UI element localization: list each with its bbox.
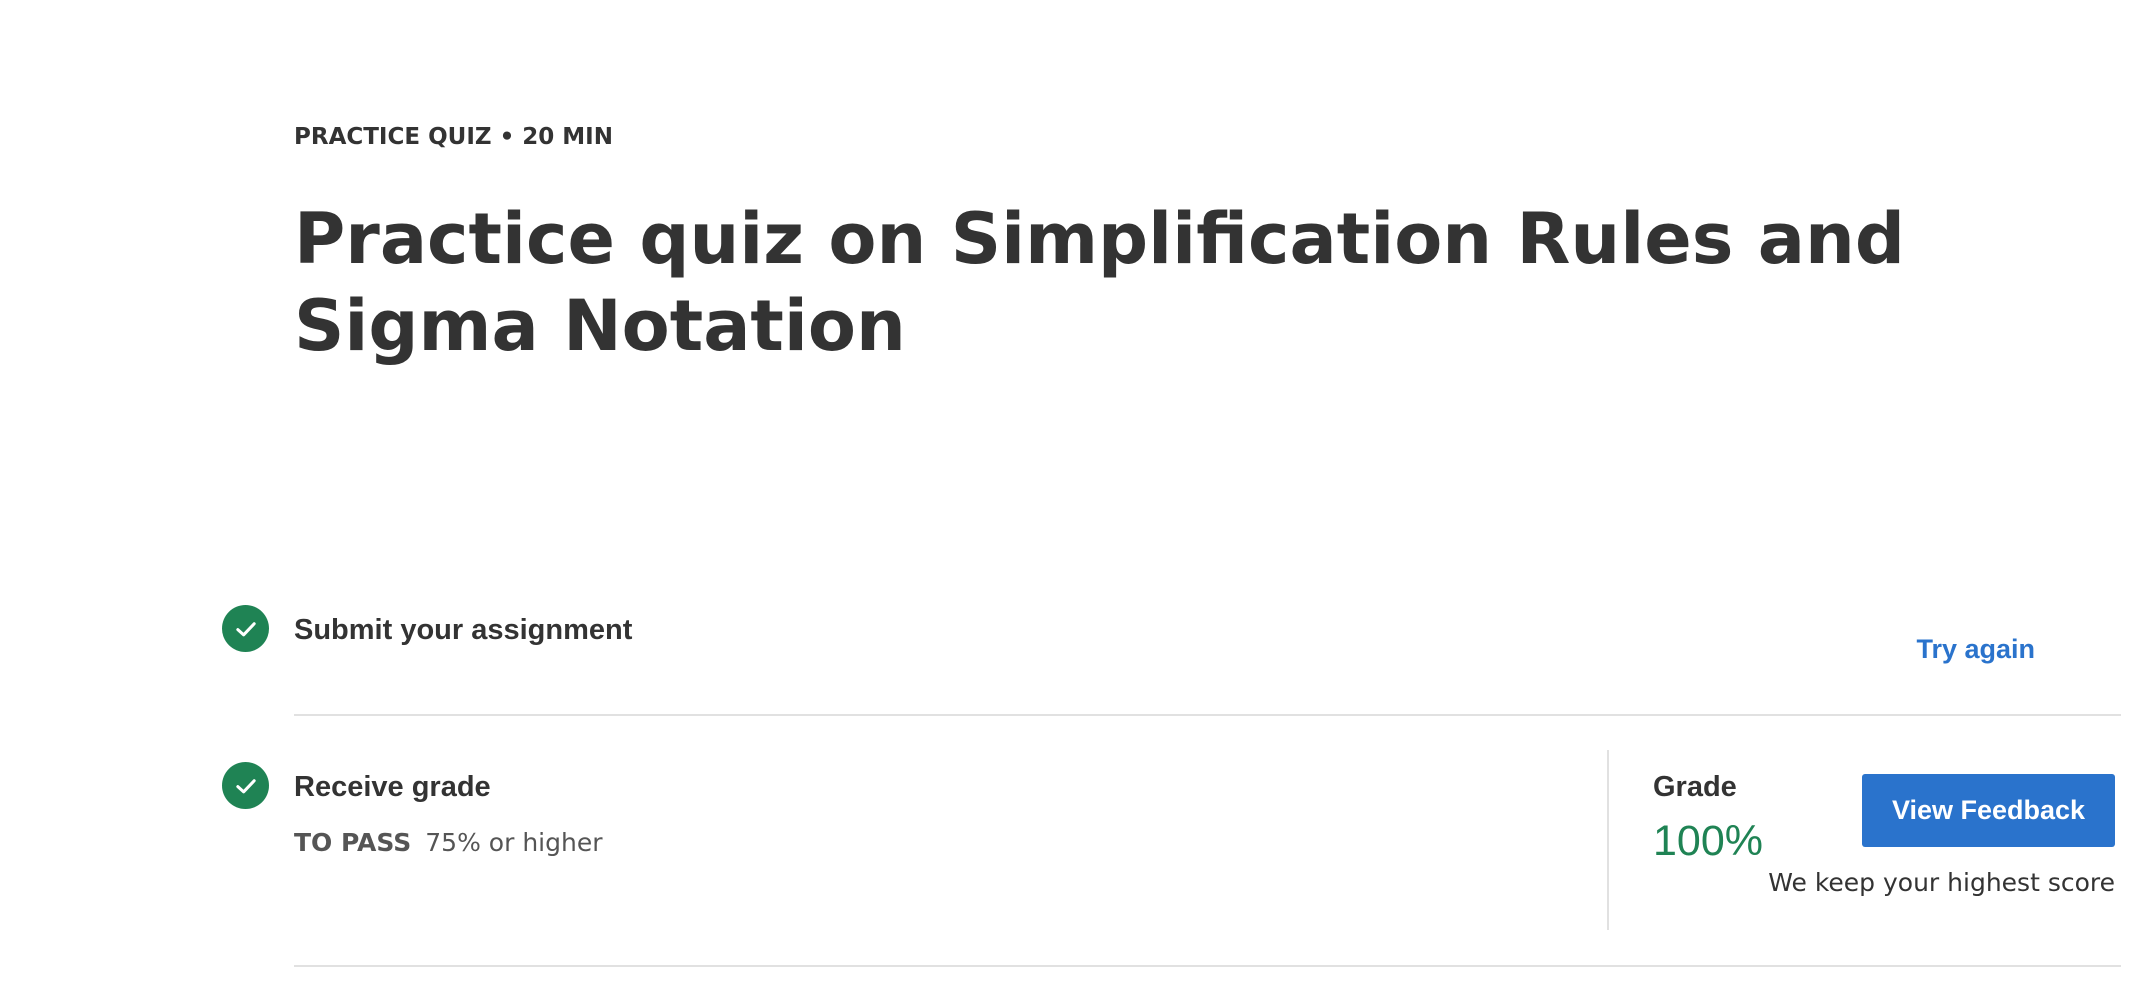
grade-label: Grade [1653,771,1737,803]
duration-label: 20 MIN [522,124,613,150]
view-feedback-button[interactable]: View Feedback [1862,774,2115,847]
eyebrow-separator: • [499,124,515,150]
grade-section-divider [1607,750,1609,930]
to-pass-label: TO PASS [294,828,412,857]
highest-score-note: We keep your highest score [1768,868,2115,897]
quiz-page: PRACTICE QUIZ • 20 MIN Practice quiz on Si… [0,0,2136,984]
to-pass-value: 75% or higher [425,828,603,857]
item-type-eyebrow: PRACTICE QUIZ • 20 MIN [294,124,613,150]
page-title: Practice quiz on Simplification Rules an… [294,198,1905,367]
bottom-divider [294,965,2121,967]
grade-value: 100% [1653,817,1763,865]
check-circle-icon [222,762,269,809]
try-again-link[interactable]: Try again [1916,634,2035,665]
check-circle-icon [222,605,269,652]
step-divider [294,714,2121,716]
passing-requirement: TO PASS 75% or higher [294,828,602,857]
item-type-label: PRACTICE QUIZ [294,124,492,150]
step-receive-grade-title: Receive grade [294,771,491,803]
step-submit-title: Submit your assignment [294,614,633,646]
